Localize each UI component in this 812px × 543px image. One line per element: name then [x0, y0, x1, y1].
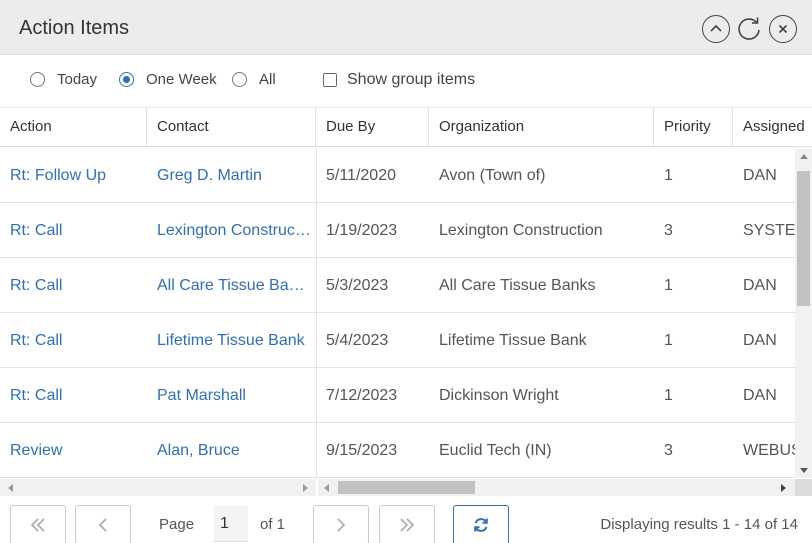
double-chevron-left-icon [30, 518, 45, 532]
column-header-action[interactable]: Action [0, 108, 147, 147]
table-row[interactable]: Rt: Call Pat Marshall 7/12/2023 Dickinso… [0, 368, 795, 423]
action-link[interactable]: Review [0, 423, 147, 477]
results-count: Displaying results 1 - 14 of 14 [600, 516, 798, 533]
column-header-contact[interactable]: Contact [147, 108, 316, 147]
due-by-cell: 1/19/2023 [326, 222, 398, 239]
organization-cell: Euclid Tech (IN) [439, 442, 552, 459]
filter-one-week-label: One Week [146, 71, 217, 88]
grid-header: Action Contact Due By Organization Prior… [0, 107, 812, 147]
assigned-cell: WEBUSER [743, 442, 795, 459]
action-link[interactable]: Rt: Call [0, 313, 147, 367]
assigned-cell: DAN [743, 167, 777, 184]
contact-link[interactable]: Pat Marshall [147, 368, 311, 422]
page-count-label: of 1 [260, 516, 286, 533]
priority-cell: 3 [664, 222, 673, 239]
action-link[interactable]: Rt: Follow Up [0, 148, 147, 202]
contact-link[interactable]: All Care Tissue Banks [147, 258, 311, 312]
horizontal-scrollbar[interactable] [318, 479, 795, 496]
priority-cell: 1 [664, 332, 673, 349]
previous-page-button[interactable] [75, 505, 131, 543]
radio-circle [232, 72, 247, 87]
due-by-cell: 5/11/2020 [326, 167, 396, 184]
due-by-cell: 7/12/2023 [326, 387, 398, 404]
next-page-button[interactable] [313, 505, 369, 543]
radio-circle [119, 72, 134, 87]
chevron-up-icon [710, 24, 722, 32]
close-panel-button[interactable] [769, 15, 797, 43]
priority-cell: 1 [664, 277, 673, 294]
contact-link[interactable]: Lifetime Tissue Bank [147, 313, 311, 367]
priority-cell: 3 [664, 442, 673, 459]
column-header-due-by[interactable]: Due By [316, 108, 429, 147]
refresh-icon [474, 518, 488, 532]
page-label: Page [159, 516, 195, 533]
close-icon [778, 24, 788, 34]
action-link[interactable]: Rt: Call [0, 368, 147, 422]
scroll-right-arrow-icon[interactable] [781, 484, 786, 492]
grid-body: Rt: Follow Up Greg D. Martin 5/11/2020 A… [0, 148, 795, 479]
show-group-items-checkbox[interactable]: Show group items [323, 71, 475, 89]
due-by-cell: 5/4/2023 [326, 332, 389, 349]
column-header-assigned[interactable]: Assigned [733, 108, 812, 147]
table-row[interactable]: Rt: Call Lifetime Tissue Bank 5/4/2023 L… [0, 313, 795, 368]
chevron-left-icon [98, 518, 107, 532]
refresh-icon [738, 17, 760, 40]
organization-cell: Avon (Town of) [439, 167, 546, 184]
assigned-cell: DAN [743, 387, 777, 404]
filter-all-radio[interactable]: All [232, 71, 276, 88]
assigned-cell: SYSTEM [743, 222, 795, 239]
contact-link[interactable]: Lexington Construction [147, 203, 311, 257]
scrollbar-corner [795, 479, 812, 496]
filter-today-label: Today [57, 71, 98, 88]
show-group-items-label: Show group items [347, 71, 476, 88]
scroll-left-arrow-icon[interactable] [8, 484, 13, 492]
panel-header: Action Items [0, 0, 812, 55]
table-row[interactable]: Review Alan, Bruce 9/15/2023 Euclid Tech… [0, 423, 795, 478]
scroll-up-arrow-icon[interactable] [800, 154, 808, 159]
filter-all-label: All [259, 71, 276, 88]
assigned-cell: DAN [743, 277, 777, 294]
due-by-cell: 9/15/2023 [326, 442, 398, 459]
page-number-input[interactable] [214, 506, 248, 542]
scroll-right-arrow-icon[interactable] [303, 484, 308, 492]
action-link[interactable]: Rt: Call [0, 258, 147, 312]
contact-link[interactable]: Alan, Bruce [147, 423, 311, 477]
vertical-scrollbar[interactable] [795, 149, 812, 478]
radio-circle [30, 72, 45, 87]
chevron-right-icon [337, 518, 346, 532]
action-items-grid: Action Contact Due By Organization Prior… [0, 107, 812, 479]
priority-cell: 1 [664, 387, 673, 404]
organization-cell: All Care Tissue Banks [439, 277, 596, 294]
action-link[interactable]: Rt: Call [0, 203, 147, 257]
pagination-bar: Page of 1 Displaying results 1 - 14 of 1… [0, 496, 812, 543]
first-page-button[interactable] [10, 505, 66, 543]
filter-bar: Today One Week All Show group items [0, 56, 812, 106]
refresh-panel-button[interactable] [735, 15, 763, 43]
filter-today-radio[interactable]: Today [30, 71, 97, 88]
assigned-cell: DAN [743, 332, 777, 349]
refresh-grid-button[interactable] [453, 505, 509, 543]
last-page-button[interactable] [379, 505, 435, 543]
double-chevron-right-icon [400, 518, 415, 532]
organization-cell: Dickinson Wright [439, 387, 559, 404]
scroll-down-arrow-icon[interactable] [800, 468, 808, 473]
filter-one-week-radio[interactable]: One Week [119, 71, 217, 88]
column-header-priority[interactable]: Priority [654, 108, 733, 147]
table-row[interactable]: Rt: Follow Up Greg D. Martin 5/11/2020 A… [0, 148, 795, 203]
checkbox-box [323, 73, 337, 87]
column-header-organization[interactable]: Organization [429, 108, 654, 147]
table-row[interactable]: Rt: Call Lexington Construction 1/19/202… [0, 203, 795, 258]
scroll-left-arrow-icon[interactable] [324, 484, 329, 492]
vertical-scroll-thumb[interactable] [797, 171, 810, 306]
contact-link[interactable]: Greg D. Martin [147, 148, 311, 202]
collapse-button[interactable] [702, 15, 730, 43]
priority-cell: 1 [664, 167, 673, 184]
organization-cell: Lexington Construction [439, 222, 603, 239]
frozen-horizontal-scrollbar[interactable] [0, 479, 316, 496]
horizontal-scroll-thumb[interactable] [338, 481, 475, 494]
table-row[interactable]: Rt: Call All Care Tissue Banks 5/3/2023 … [0, 258, 795, 313]
due-by-cell: 5/3/2023 [326, 277, 389, 294]
panel-title: Action Items [19, 17, 130, 39]
organization-cell: Lifetime Tissue Bank [439, 332, 587, 349]
